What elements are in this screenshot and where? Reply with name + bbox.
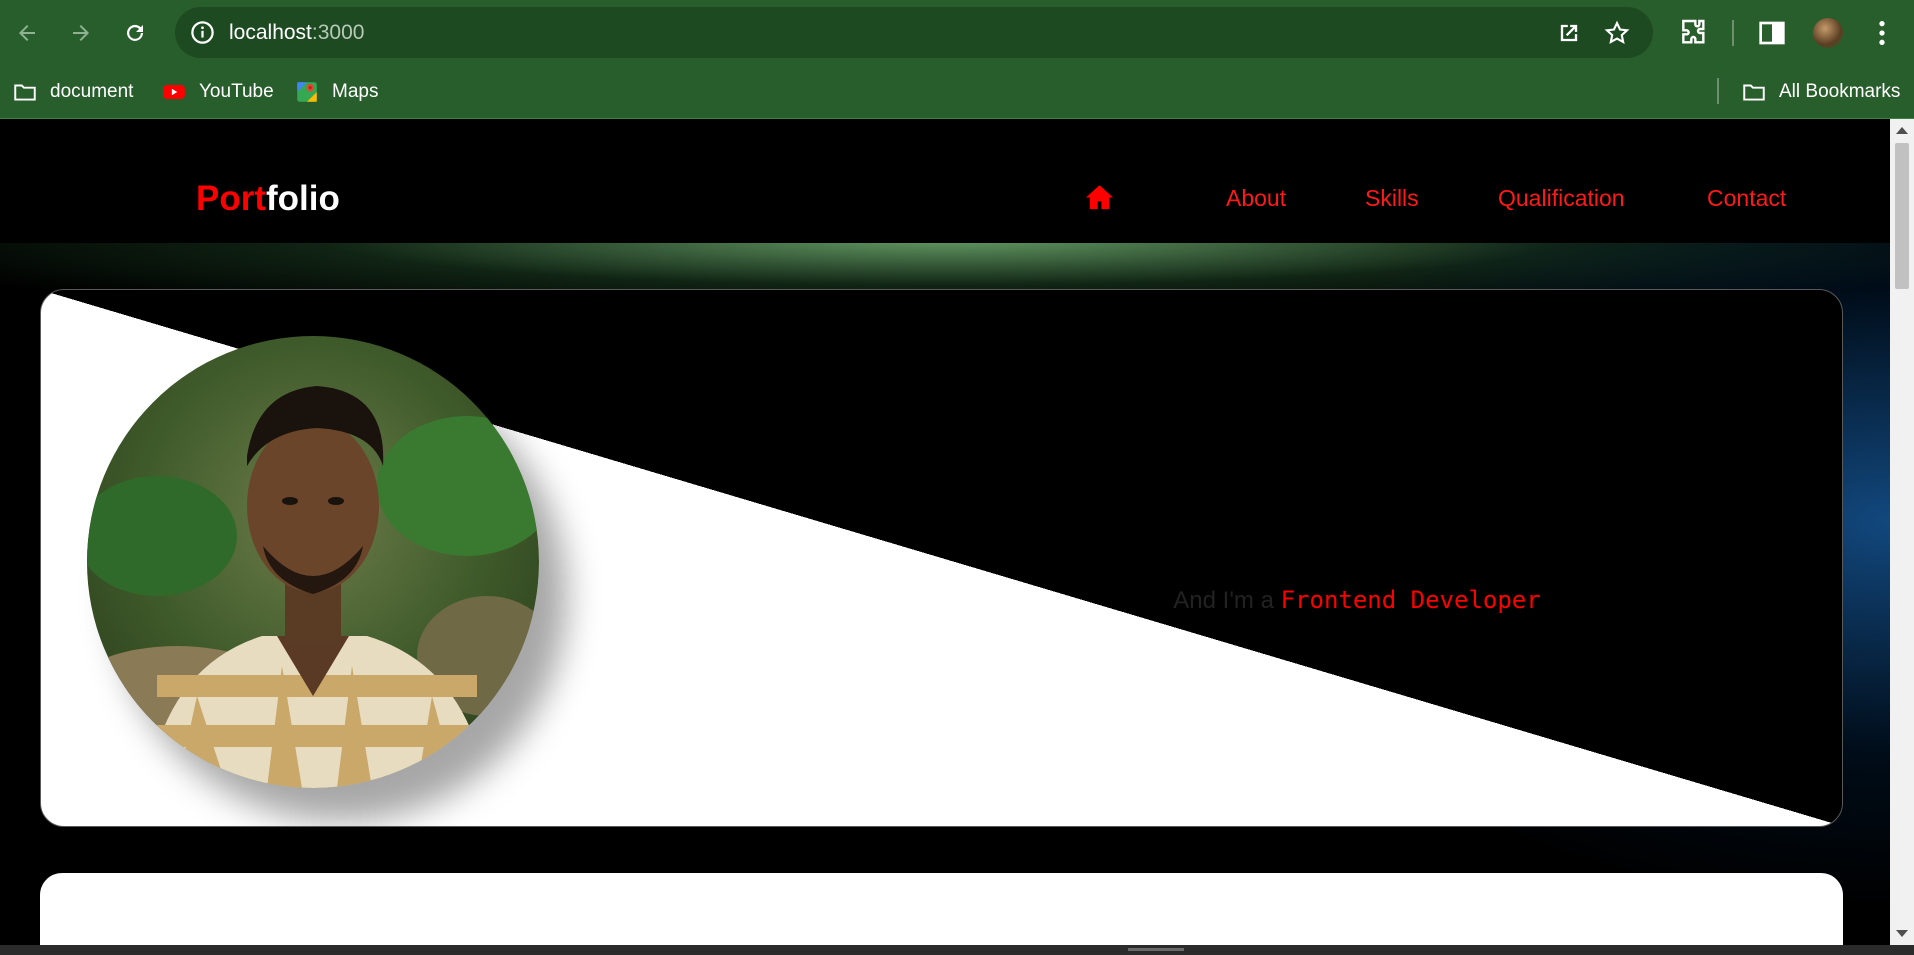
url-text[interactable]: localhost:3000 xyxy=(229,21,364,45)
address-bar[interactable]: localhost:3000 xyxy=(175,7,1653,58)
kebab-menu-icon[interactable] xyxy=(1866,17,1898,49)
reload-button[interactable] xyxy=(115,13,155,53)
side-panel-icon[interactable] xyxy=(1756,17,1788,49)
back-button[interactable] xyxy=(7,13,47,53)
hero-name: VINITH xyxy=(1275,517,1439,573)
open-in-app-icon[interactable] xyxy=(1555,19,1583,47)
extensions-icon[interactable] xyxy=(1678,17,1710,49)
profile-photo-image xyxy=(87,336,539,788)
page-viewport: Portfolio About Skills Qualification Con… xyxy=(0,119,1890,945)
url-port: :3000 xyxy=(311,21,365,44)
logo-red-part: Port xyxy=(196,179,266,218)
role-prefix: And I'm a xyxy=(1173,587,1274,614)
bookmark-maps[interactable]: Maps xyxy=(294,76,378,108)
youtube-icon xyxy=(163,84,185,100)
scroll-down-arrow-icon[interactable] xyxy=(1896,930,1908,937)
nav-contact[interactable]: Contact xyxy=(1707,185,1786,212)
url-host: localhost xyxy=(229,21,312,44)
hero-card: Hello, It's Me VINITH And I'm a Frontend… xyxy=(40,289,1843,827)
bookmark-label: Maps xyxy=(332,81,379,102)
role-title: Frontend Developer xyxy=(1280,586,1541,614)
bookmark-label: document xyxy=(50,81,134,102)
all-bookmarks-button[interactable]: All Bookmarks xyxy=(1741,76,1900,108)
bookmarks-separator xyxy=(1717,78,1719,104)
hero-greeting: Hello, It's Me xyxy=(1250,466,1464,505)
forward-button[interactable] xyxy=(61,13,101,53)
site-header: Portfolio About Skills Qualification Con… xyxy=(0,119,1890,243)
home-icon[interactable] xyxy=(1083,182,1116,213)
taskbar-indicator xyxy=(1128,948,1184,951)
all-bookmarks-label: All Bookmarks xyxy=(1779,81,1901,102)
profile-avatar[interactable] xyxy=(1813,18,1843,48)
toolbar-separator xyxy=(1732,20,1734,46)
back-arrow-icon xyxy=(19,25,35,41)
page-scrollbar[interactable] xyxy=(1890,119,1914,945)
browser-chrome: localhost:3000 document YouTube Maps All… xyxy=(0,0,1914,119)
scrollbar-thumb[interactable] xyxy=(1895,143,1909,289)
bookmark-label: YouTube xyxy=(199,81,274,102)
bookmark-document[interactable]: document xyxy=(12,76,133,108)
nav-qualification[interactable]: Qualification xyxy=(1498,185,1625,212)
bookmark-youtube[interactable]: YouTube xyxy=(161,76,274,108)
logo-white-part: folio xyxy=(266,179,340,218)
folder-icon xyxy=(14,84,36,101)
profile-photo xyxy=(87,336,539,788)
nav-skills[interactable]: Skills xyxy=(1365,185,1419,212)
next-section-card xyxy=(40,873,1843,945)
hero-intro: Hello, It's Me VINITH And I'm a Frontend… xyxy=(1087,466,1627,615)
browser-toolbar: localhost:3000 xyxy=(0,0,1914,66)
maps-icon xyxy=(297,82,317,102)
hero-role-line: And I'm a Frontend Developer xyxy=(1087,586,1627,615)
site-logo[interactable]: Portfolio xyxy=(196,179,340,219)
os-taskbar-edge xyxy=(0,945,1914,955)
reload-icon xyxy=(127,24,143,41)
nav-about[interactable]: About xyxy=(1226,185,1286,212)
bookmark-star-icon[interactable] xyxy=(1603,19,1631,47)
folder-icon xyxy=(1743,84,1765,101)
forward-arrow-icon xyxy=(73,25,89,41)
bookmarks-bar: document YouTube Maps All Bookmarks xyxy=(0,66,1914,118)
site-info-icon[interactable] xyxy=(189,19,216,46)
scroll-up-arrow-icon[interactable] xyxy=(1896,127,1908,134)
